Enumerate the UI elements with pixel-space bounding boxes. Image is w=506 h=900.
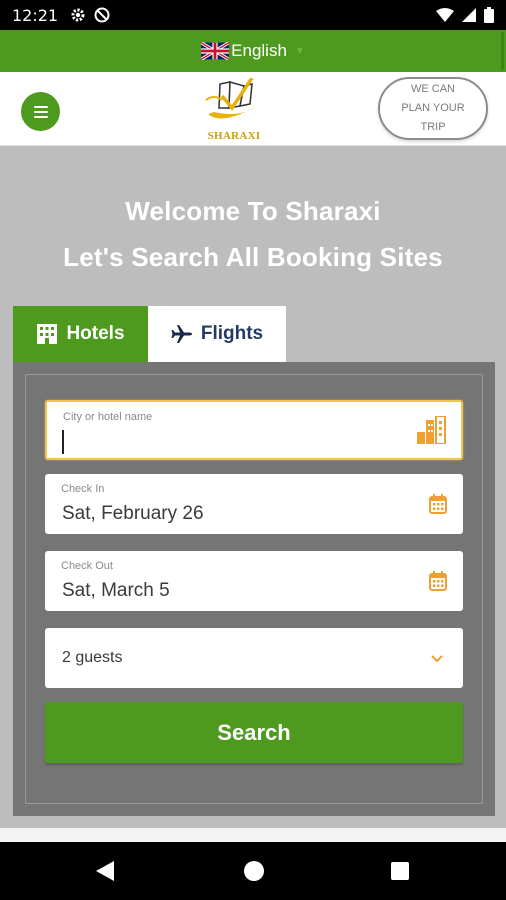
signal-icon: [462, 8, 476, 22]
menu-icon-bar: [33, 110, 48, 113]
chevron-down-icon: ▼: [294, 45, 305, 57]
welcome-heading: Welcome To Sharaxi: [125, 196, 381, 226]
recent-apps-icon[interactable]: [391, 862, 409, 880]
check-in-value: Sat, February 26: [62, 503, 204, 524]
tab-flights[interactable]: Flights: [148, 306, 286, 362]
check-out-field[interactable]: Check Out Sat, March 5: [45, 551, 463, 611]
city-input-label: City or hotel name: [63, 411, 153, 423]
logo-mark-icon: [205, 77, 256, 119]
do-not-disturb-icon: [94, 7, 110, 23]
scrollbar[interactable]: [501, 32, 504, 70]
plan-trip-line: WE CAN: [411, 83, 455, 95]
back-icon[interactable]: [96, 861, 114, 881]
system-nav-bar: [0, 842, 506, 900]
city-buildings-icon: [417, 416, 446, 444]
check-in-field[interactable]: Check In Sat, February 26: [45, 474, 463, 534]
plan-trip-line: TRIP: [420, 121, 446, 133]
tab-flights-label: Flights: [200, 323, 264, 344]
tab-hotels-label: Hotels: [66, 323, 125, 344]
plan-trip-button[interactable]: WE CAN PLAN YOUR TRIP: [378, 77, 488, 140]
status-time: 12:21: [12, 5, 59, 25]
language-selector[interactable]: English ▼: [0, 30, 506, 72]
calendar-icon: [429, 571, 447, 591]
language-label: English: [231, 41, 287, 60]
content-bottom-edge: [0, 828, 506, 842]
guests-value: 2 guests: [62, 649, 123, 666]
check-in-label: Check In: [61, 483, 105, 495]
check-out-label: Check Out: [61, 560, 113, 572]
wifi-icon: [436, 8, 454, 22]
text-cursor: [62, 430, 64, 454]
chevron-down-icon: [431, 655, 443, 663]
guests-select[interactable]: 2 guests: [45, 628, 463, 688]
search-button[interactable]: Search: [45, 702, 463, 763]
check-out-value: Sat, March 5: [62, 580, 170, 601]
status-bar: 12:21: [0, 0, 506, 30]
hamburger-menu-button[interactable]: [21, 92, 60, 131]
calendar-icon: [429, 494, 447, 514]
menu-icon-bar: [33, 105, 48, 108]
settings-gear-icon: [71, 8, 85, 22]
logo-text: SHARAXI: [207, 130, 261, 142]
city-input[interactable]: City or hotel name: [45, 400, 463, 460]
home-icon[interactable]: [244, 861, 264, 881]
tab-hotels[interactable]: Hotels: [13, 306, 148, 362]
sharaxi-logo[interactable]: SHARAXI: [200, 77, 268, 142]
hotel-icon: [37, 324, 58, 344]
airplane-icon: [171, 325, 192, 343]
menu-icon-bar: [33, 115, 48, 118]
battery-icon: [484, 7, 494, 23]
search-subheading: Let's Search All Booking Sites: [63, 242, 443, 272]
uk-flag-icon: [201, 42, 230, 60]
plan-trip-line: PLAN YOUR: [401, 102, 465, 114]
